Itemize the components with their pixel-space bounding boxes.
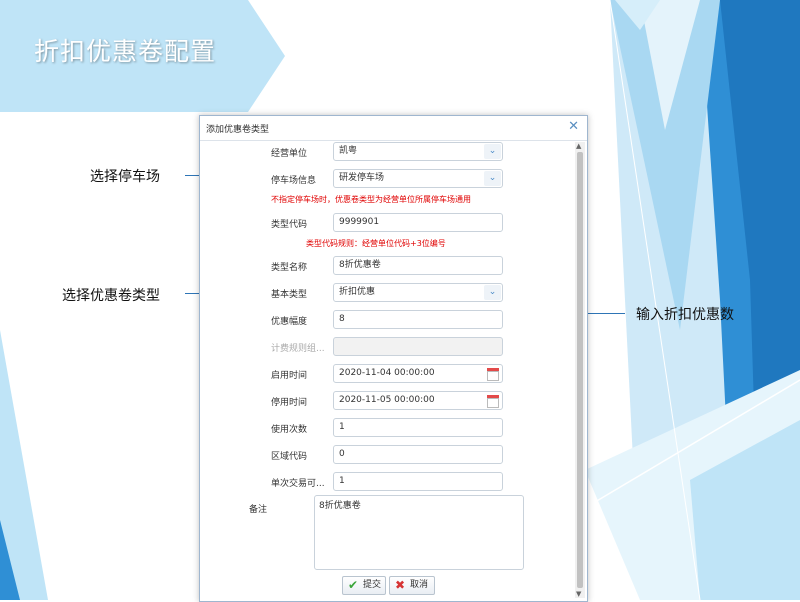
scroll-down-icon[interactable]: ▼ (576, 590, 581, 598)
base-type-value: 折扣优惠 (339, 287, 376, 297)
type-code-hint: 类型代码规则：经营单位代码+3位编号 (306, 239, 446, 248)
check-icon: ✔ (347, 578, 359, 592)
type-code-label: 类型代码 (271, 220, 308, 230)
scrollbar-thumb[interactable] (577, 152, 583, 588)
single-trade-input[interactable]: 1 (333, 472, 503, 491)
operator-value: 凯粤 (339, 146, 358, 156)
billing-rule-input (333, 337, 503, 356)
calendar-icon[interactable] (486, 366, 500, 381)
use-count-label: 使用次数 (271, 425, 308, 435)
billing-rule-label: 计费规则组... (271, 344, 325, 354)
type-name-value: 8折优惠卷 (339, 260, 381, 270)
use-count-value: 1 (339, 422, 345, 432)
start-time-label: 启用时间 (271, 371, 308, 381)
chevron-down-icon[interactable]: ⌄ (484, 144, 501, 159)
area-code-input[interactable]: 0 (333, 445, 503, 464)
calendar-icon[interactable] (486, 393, 500, 408)
remark-value: 8折优惠卷 (319, 501, 361, 511)
operator-select[interactable]: 凯粤 ⌄ (333, 142, 503, 161)
chevron-down-icon[interactable]: ⌄ (484, 171, 501, 186)
type-name-input[interactable]: 8折优惠卷 (333, 256, 503, 275)
base-type-select[interactable]: 折扣优惠 ⌄ (333, 283, 503, 302)
remark-textarea[interactable]: 8折优惠卷 (314, 495, 524, 570)
base-type-label: 基本类型 (271, 290, 308, 300)
cancel-icon: ✖ (394, 578, 406, 592)
dialog-scrollbar[interactable]: ▲ ▼ (575, 142, 585, 598)
cancel-button[interactable]: ✖ 取消 (389, 576, 435, 595)
discount-value: 8 (339, 314, 345, 324)
submit-label: 提交 (363, 580, 382, 590)
start-time-input[interactable]: 2020-11-04 00:00:00 (333, 364, 503, 383)
single-trade-value: 1 (339, 476, 345, 486)
use-count-input[interactable]: 1 (333, 418, 503, 437)
callout-select-coupon-type: 选择优惠卷类型 (62, 288, 160, 304)
dialog-header: 添加优惠卷类型 ✕ (200, 116, 587, 141)
stop-time-value: 2020-11-05 00:00:00 (339, 395, 435, 405)
parking-value: 研发停车场 (339, 173, 385, 183)
close-icon[interactable]: ✕ (568, 119, 579, 134)
stop-time-input[interactable]: 2020-11-05 00:00:00 (333, 391, 503, 410)
area-code-value: 0 (339, 449, 345, 459)
dialog-title: 添加优惠卷类型 (206, 125, 270, 135)
slide-title: 折扣优惠卷配置 (34, 37, 217, 66)
scroll-up-icon[interactable]: ▲ (576, 142, 581, 150)
start-time-value: 2020-11-04 00:00:00 (339, 368, 435, 378)
callout-select-parking: 选择停车场 (90, 169, 160, 185)
discount-input[interactable]: 8 (333, 310, 503, 329)
area-code-label: 区域代码 (271, 452, 308, 462)
add-coupon-type-dialog: 添加优惠卷类型 ✕ 经营单位 凯粤 ⌄ 停车场信息 研发停车场 ⌄ 不指定停车场… (199, 115, 588, 602)
stop-time-label: 停用时间 (271, 398, 308, 408)
dialog-form: 经营单位 凯粤 ⌄ 停车场信息 研发停车场 ⌄ 不指定停车场时，优惠卷类型为经营… (205, 142, 585, 598)
parking-select[interactable]: 研发停车场 ⌄ (333, 169, 503, 188)
callout-input-discount: 输入折扣优惠数 (636, 307, 734, 323)
submit-button[interactable]: ✔ 提交 (342, 576, 386, 595)
chevron-down-icon[interactable]: ⌄ (484, 285, 501, 300)
remark-label: 备注 (249, 505, 268, 515)
parking-hint: 不指定停车场时，优惠卷类型为经营单位所属停车场通用 (271, 195, 471, 204)
operator-label: 经营单位 (271, 149, 308, 159)
type-code-input[interactable]: 9999901 (333, 213, 503, 232)
type-name-label: 类型名称 (271, 263, 308, 273)
cancel-label: 取消 (410, 580, 429, 590)
type-code-value: 9999901 (339, 217, 380, 227)
discount-label: 优惠幅度 (271, 317, 308, 327)
single-trade-label: 单次交易可... (271, 479, 325, 489)
parking-label: 停车场信息 (271, 176, 317, 186)
